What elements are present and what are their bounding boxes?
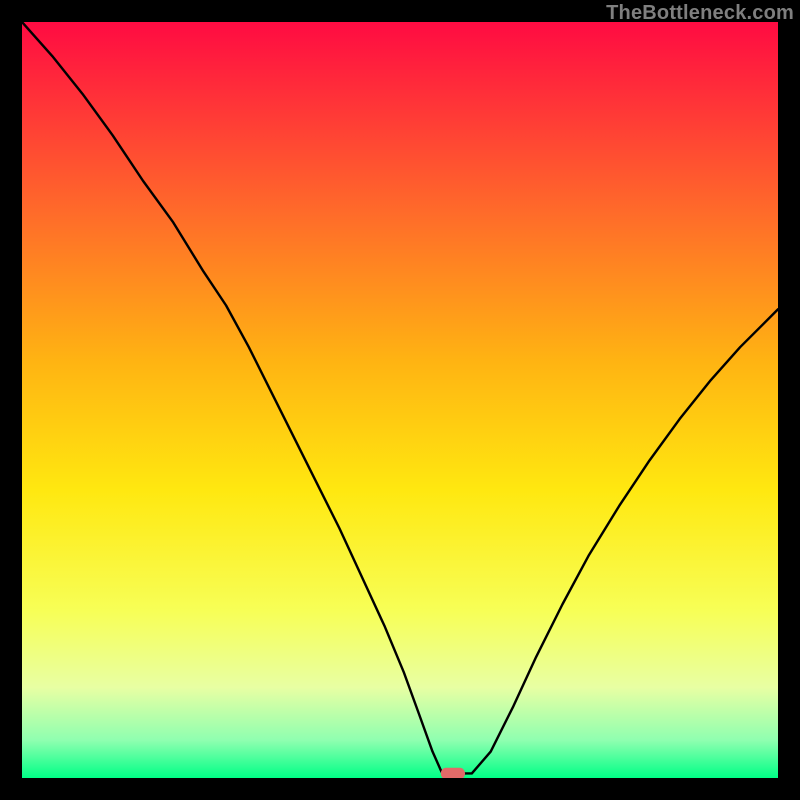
minimum-marker xyxy=(441,768,465,778)
chart-frame: TheBottleneck.com xyxy=(0,0,800,800)
chart-svg xyxy=(22,22,778,778)
watermark-text: TheBottleneck.com xyxy=(606,2,794,25)
chart-plot-area xyxy=(22,22,778,778)
